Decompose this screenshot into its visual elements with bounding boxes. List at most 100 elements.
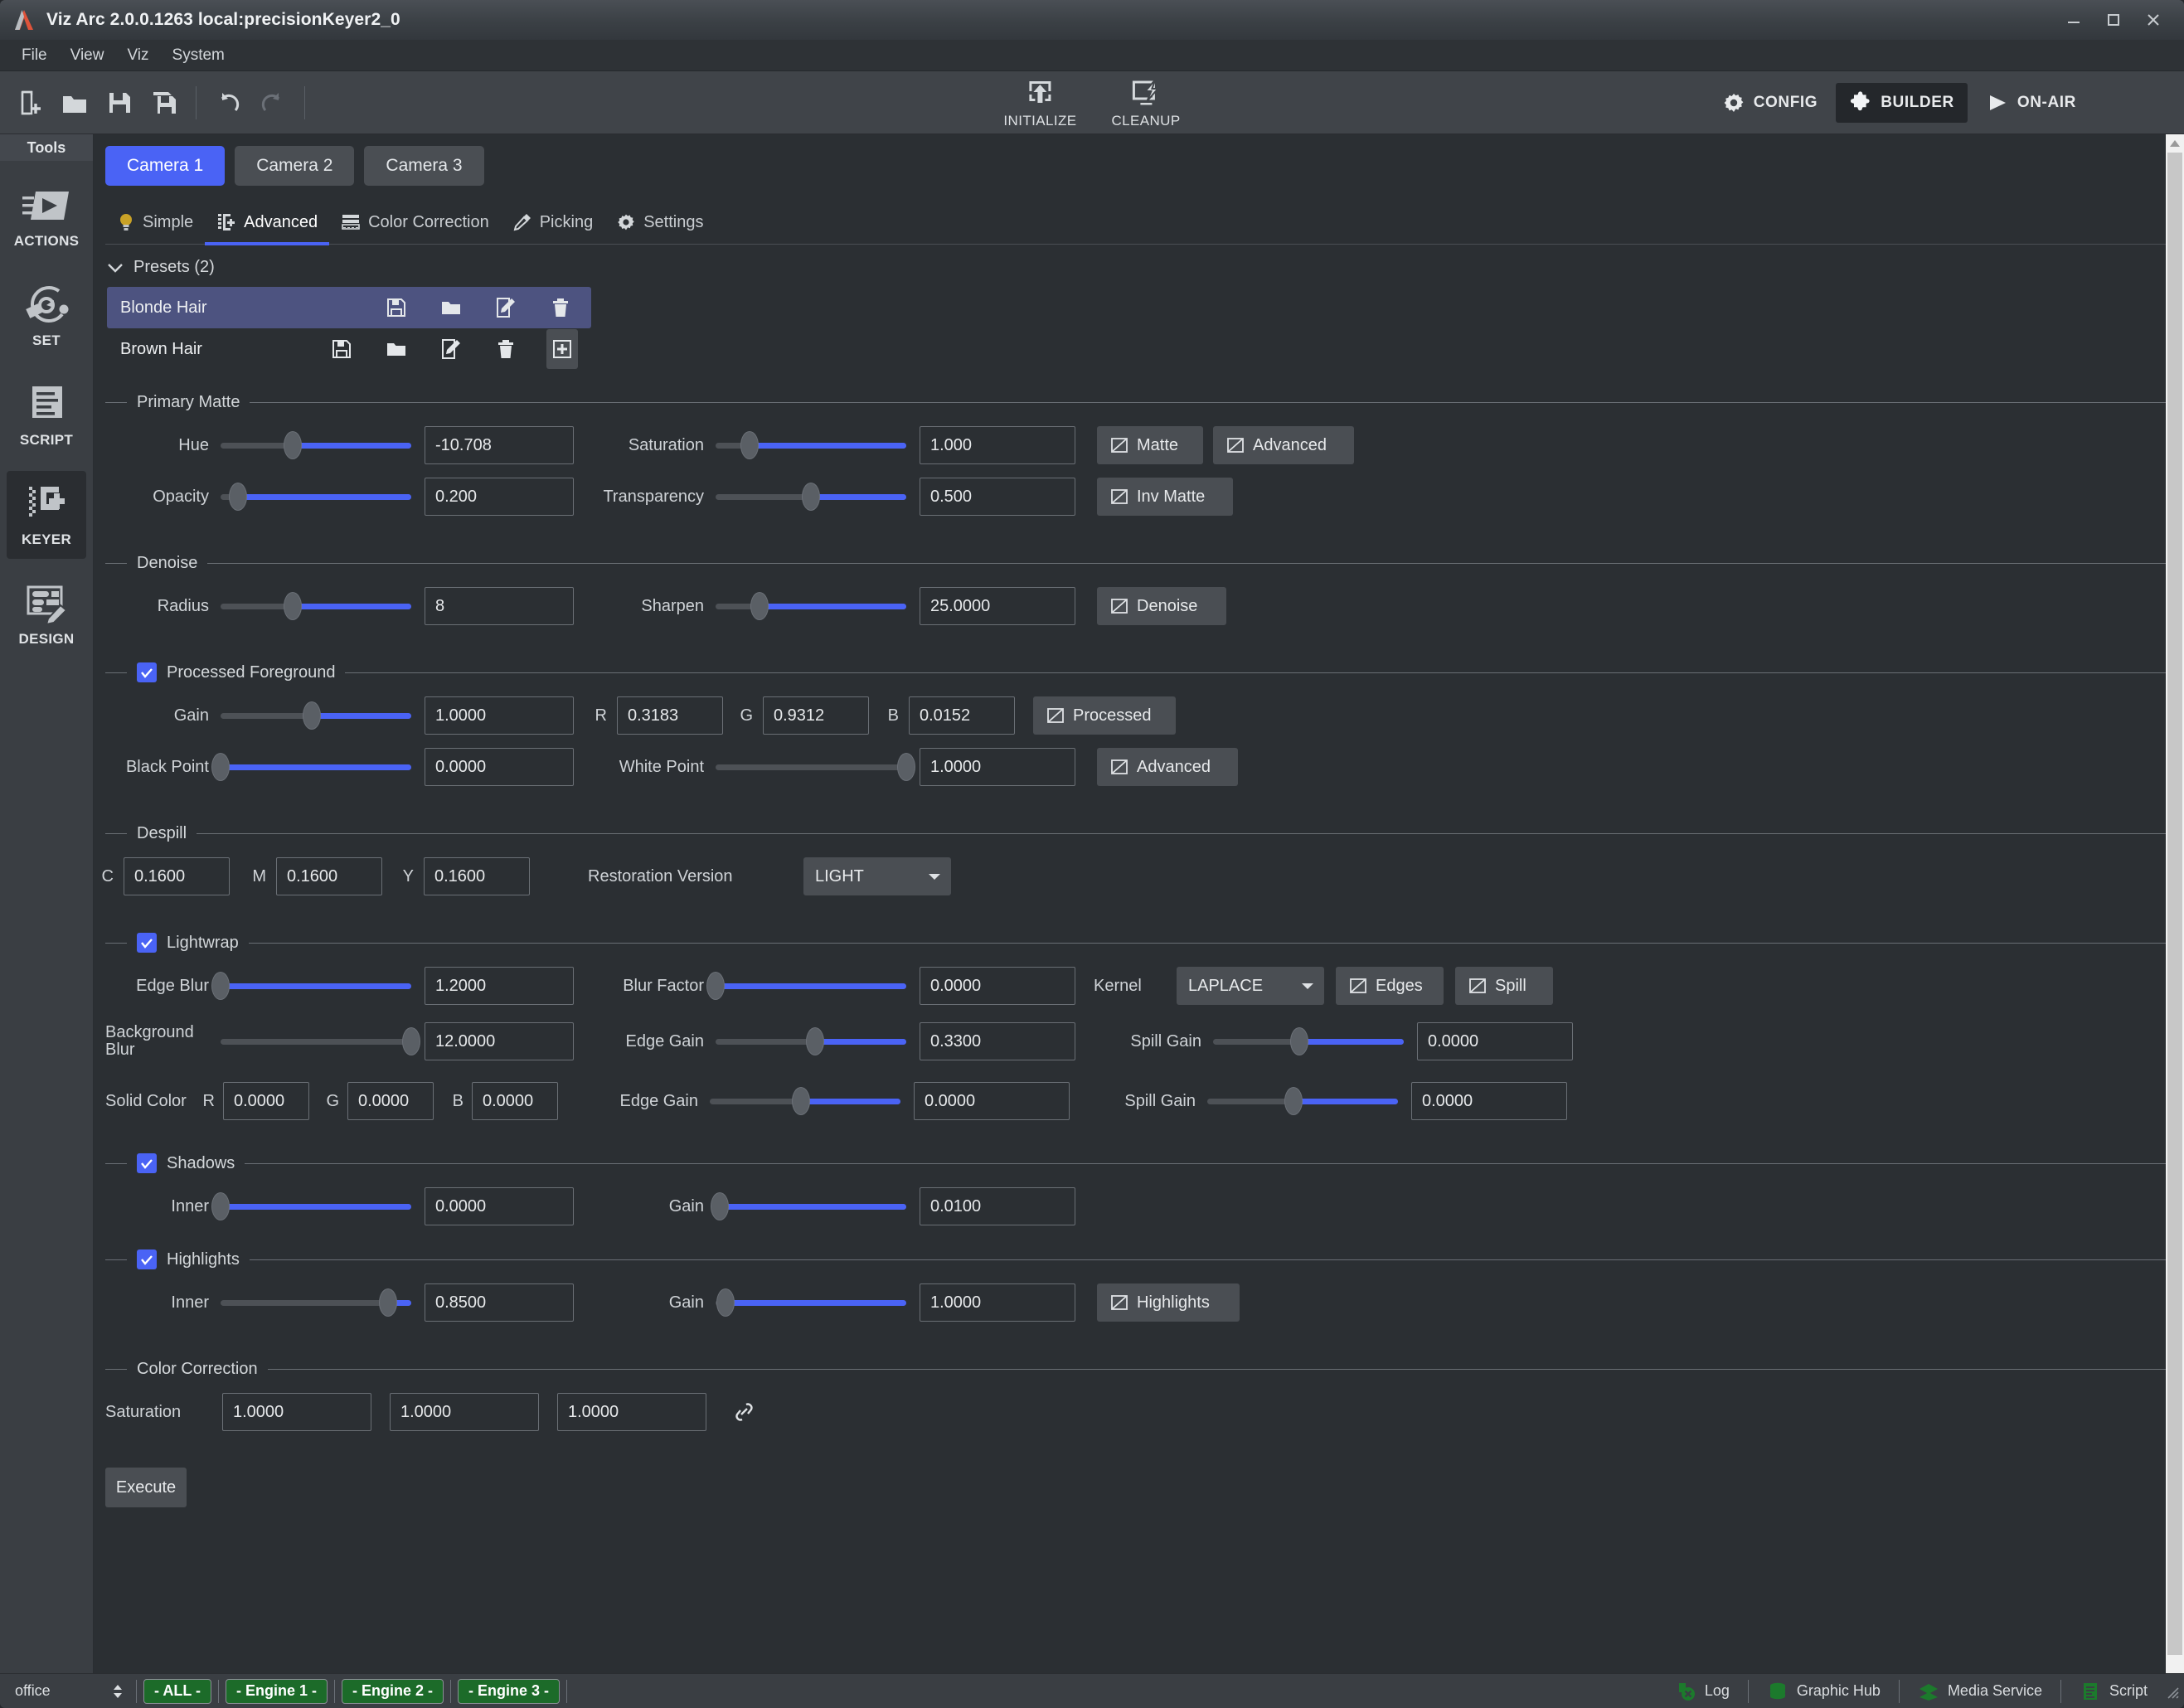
open-folder-icon[interactable] (53, 80, 96, 126)
scrollbar-thumb[interactable] (2167, 153, 2182, 1655)
edges-button[interactable]: Edges (1336, 967, 1444, 1005)
office-select[interactable]: office (5, 1679, 129, 1704)
radius-value[interactable]: 8 (425, 587, 574, 625)
pf-g-value[interactable]: 0.9312 (763, 696, 869, 735)
shadows-gain-slider[interactable] (710, 1192, 906, 1220)
slider-knob[interactable] (228, 483, 247, 511)
tab-settings[interactable]: Settings (604, 207, 715, 245)
slider-knob[interactable] (802, 483, 820, 511)
tab-camera-2[interactable]: Camera 2 (235, 146, 355, 186)
cleanup-button[interactable]: CLEANUP (1103, 75, 1188, 129)
edge-gain-1-slider[interactable] (716, 1027, 906, 1055)
blur-factor-value[interactable]: 0.0000 (920, 967, 1075, 1005)
tab-color-correction[interactable]: Color Correction (329, 208, 501, 245)
sharpen-slider[interactable] (716, 592, 906, 620)
slider-knob[interactable] (284, 592, 303, 620)
chevron-down-icon[interactable] (107, 262, 124, 274)
edit-icon[interactable] (495, 297, 517, 318)
slider-knob[interactable] (211, 1192, 230, 1220)
maximize-icon[interactable] (2103, 9, 2124, 31)
spill-gain-1-value[interactable]: 0.0000 (1417, 1022, 1573, 1060)
hue-value[interactable]: -10.708 (425, 426, 574, 464)
cc-saturation-2[interactable]: 1.0000 (390, 1393, 539, 1431)
matte-advanced-button[interactable]: Advanced (1213, 426, 1354, 464)
white-point-value[interactable]: 1.0000 (920, 748, 1075, 786)
black-point-value[interactable]: 0.0000 (425, 748, 574, 786)
slider-knob[interactable] (402, 1027, 420, 1055)
slider-knob[interactable] (706, 972, 725, 1000)
pf-advanced-button[interactable]: Advanced (1097, 748, 1238, 786)
cc-saturation-3[interactable]: 1.0000 (557, 1393, 706, 1431)
resize-grip-icon[interactable] (2164, 1684, 2179, 1699)
vertical-scrollbar[interactable] (2166, 134, 2184, 1673)
highlights-inner-slider[interactable] (221, 1288, 411, 1317)
add-preset-button[interactable] (546, 329, 578, 369)
pf-gain-value[interactable]: 1.0000 (425, 696, 574, 735)
save-icon[interactable] (331, 338, 352, 360)
edit-icon[interactable] (440, 338, 462, 360)
edge-blur-value[interactable]: 1.2000 (425, 967, 574, 1005)
engine-all-button[interactable]: - ALL - (143, 1678, 211, 1704)
engine-2-button[interactable]: - Engine 2 - (342, 1678, 444, 1704)
delete-icon[interactable] (550, 297, 571, 318)
slider-knob[interactable] (897, 753, 915, 781)
spill-gain-2-value[interactable]: 0.0000 (1411, 1082, 1567, 1120)
menu-viz[interactable]: Viz (115, 43, 160, 68)
execute-button[interactable]: Execute (105, 1468, 187, 1507)
transparency-slider[interactable] (716, 483, 906, 511)
edge-gain-2-slider[interactable] (710, 1087, 900, 1115)
status-media-service[interactable]: Media Service (1906, 1681, 2054, 1702)
shadows-gain-value[interactable]: 0.0100 (920, 1187, 1075, 1225)
highlights-button[interactable]: Highlights (1097, 1283, 1240, 1322)
open-folder-icon[interactable] (386, 338, 407, 360)
sidebar-item-script[interactable]: SCRIPT (7, 371, 86, 459)
white-point-slider[interactable] (716, 753, 915, 781)
spill-button[interactable]: Spill (1455, 967, 1553, 1005)
sidebar-item-design[interactable]: DESIGN (7, 570, 86, 658)
edge-blur-slider[interactable] (211, 972, 411, 1000)
slider-knob[interactable] (211, 972, 230, 1000)
kernel-select[interactable]: LAPLACE (1177, 967, 1324, 1005)
save-icon[interactable] (98, 80, 141, 126)
background-blur-value[interactable]: 12.0000 (425, 1022, 574, 1060)
saturation-slider[interactable] (716, 431, 906, 459)
on-air-button[interactable]: ON-AIR (1973, 83, 2089, 123)
save-as-icon[interactable] (143, 80, 186, 126)
shadows-checkbox[interactable] (137, 1153, 157, 1173)
solid-color-b-value[interactable]: 0.0000 (472, 1082, 558, 1120)
slider-knob[interactable] (211, 753, 230, 781)
slider-knob[interactable] (740, 431, 760, 459)
menu-view[interactable]: View (59, 43, 116, 68)
pf-gain-slider[interactable] (221, 701, 411, 730)
status-graphic-hub[interactable]: Graphic Hub (1755, 1681, 1892, 1702)
slider-knob[interactable] (750, 592, 769, 620)
shadows-inner-value[interactable]: 0.0000 (425, 1187, 574, 1225)
matte-button[interactable]: Matte (1097, 426, 1203, 464)
sharpen-value[interactable]: 25.0000 (920, 587, 1075, 625)
close-icon[interactable] (2143, 9, 2164, 31)
menu-system[interactable]: System (161, 43, 236, 68)
config-button[interactable]: CONFIG (1709, 83, 1832, 123)
denoise-button[interactable]: Denoise (1097, 587, 1226, 625)
delete-icon[interactable] (495, 338, 517, 360)
spill-gain-1-slider[interactable] (1213, 1027, 1404, 1055)
minimize-icon[interactable] (2063, 9, 2085, 31)
despill-y-value[interactable]: 0.1600 (424, 857, 530, 895)
highlights-inner-value[interactable]: 0.8500 (425, 1283, 574, 1322)
tab-picking[interactable]: Picking (501, 207, 604, 245)
pf-r-value[interactable]: 0.3183 (617, 696, 723, 735)
cc-saturation-1[interactable]: 1.0000 (222, 1393, 371, 1431)
slider-knob[interactable] (284, 431, 303, 459)
link-icon[interactable] (731, 1400, 756, 1424)
list-item[interactable]: Brown Hair (107, 328, 591, 370)
slider-knob[interactable] (1284, 1087, 1303, 1115)
edge-gain-2-value[interactable]: 0.0000 (914, 1082, 1070, 1120)
shadows-inner-slider[interactable] (211, 1192, 411, 1220)
black-point-slider[interactable] (211, 753, 411, 781)
engine-1-button[interactable]: - Engine 1 - (226, 1678, 328, 1704)
radius-slider[interactable] (221, 592, 411, 620)
undo-icon[interactable] (206, 80, 250, 126)
processed-button[interactable]: Processed (1033, 696, 1176, 735)
sidebar-item-keyer[interactable]: KEYER (7, 471, 86, 559)
edge-gain-1-value[interactable]: 0.3300 (920, 1022, 1075, 1060)
